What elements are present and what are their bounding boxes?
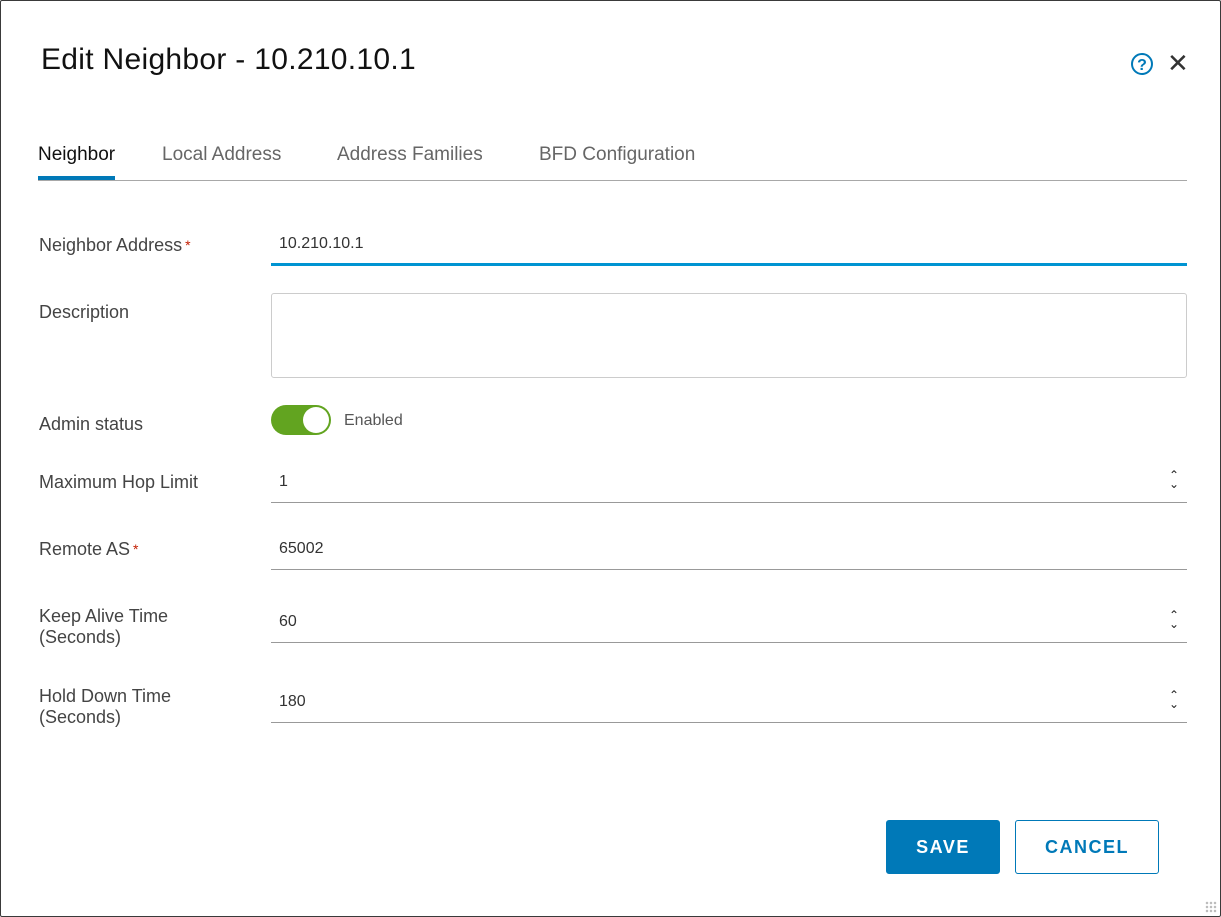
hold-down-input[interactable]: 180 ⌃ ⌄ <box>271 682 1187 723</box>
hold-down-label: Hold Down Time (Seconds) <box>39 686 171 728</box>
cancel-button[interactable]: CANCEL <box>1015 820 1159 874</box>
spinner-icon[interactable]: ⌃ ⌄ <box>1169 609 1179 630</box>
description-textarea[interactable] <box>271 293 1187 378</box>
tab-bar: Neighbor Local Address Address Families … <box>38 141 1187 181</box>
neighbor-address-input[interactable]: 10.210.10.1 <box>271 229 1187 266</box>
neighbor-address-label: Neighbor Address * <box>39 235 191 256</box>
keep-alive-input[interactable]: 60 ⌃ ⌄ <box>271 602 1187 643</box>
admin-status-toggle[interactable] <box>271 405 331 435</box>
save-button[interactable]: SAVE <box>886 820 1000 874</box>
remote-as-input[interactable]: 65002 <box>271 530 1187 570</box>
remote-as-label: Remote AS * <box>39 539 139 560</box>
description-label: Description <box>39 302 130 322</box>
dialog-title: Edit Neighbor - 10.210.10.1 <box>41 43 417 76</box>
help-icon[interactable]: ? <box>1131 53 1153 75</box>
remote-as-label-text: Remote AS <box>39 539 131 559</box>
hold-down-label-line2: (Seconds) <box>39 707 122 727</box>
spinner-down-icon[interactable]: ⌄ <box>1169 698 1179 710</box>
spinner-down-icon[interactable]: ⌄ <box>1169 478 1179 490</box>
admin-status-value: Enabled <box>344 412 403 429</box>
spinner-icon[interactable]: ⌃ ⌄ <box>1169 469 1179 490</box>
resize-handle-icon[interactable] <box>1205 901 1217 913</box>
required-marker: * <box>133 541 139 557</box>
tab-local-address[interactable]: Local Address <box>162 141 281 180</box>
keep-alive-label-line1: Keep Alive Time <box>39 606 169 626</box>
toggle-knob <box>303 407 329 433</box>
max-hop-limit-label: Maximum Hop Limit <box>39 472 199 492</box>
spinner-icon[interactable]: ⌃ ⌄ <box>1169 689 1179 710</box>
hold-down-label-line1: Hold Down Time <box>39 686 172 706</box>
keep-alive-value: 60 <box>279 613 297 630</box>
edit-neighbor-dialog: Edit Neighbor - 10.210.10.1 ? ✕ Neighbor… <box>0 0 1221 917</box>
spinner-down-icon[interactable]: ⌄ <box>1169 618 1179 630</box>
tab-address-families[interactable]: Address Families <box>337 141 483 180</box>
neighbor-address-label-text: Neighbor Address <box>39 235 183 255</box>
keep-alive-label-line2: (Seconds) <box>39 627 122 647</box>
close-icon[interactable]: ✕ <box>1167 49 1189 77</box>
tab-bfd-configuration[interactable]: BFD Configuration <box>539 141 695 180</box>
hold-down-value: 180 <box>279 693 306 710</box>
tab-neighbor[interactable]: Neighbor <box>38 141 116 180</box>
admin-status-label: Admin status <box>39 414 144 434</box>
max-hop-limit-input[interactable]: 1 ⌃ ⌄ <box>271 463 1187 503</box>
required-marker: * <box>185 237 191 253</box>
max-hop-limit-value: 1 <box>279 473 288 490</box>
keep-alive-label: Keep Alive Time (Seconds) <box>39 606 168 648</box>
